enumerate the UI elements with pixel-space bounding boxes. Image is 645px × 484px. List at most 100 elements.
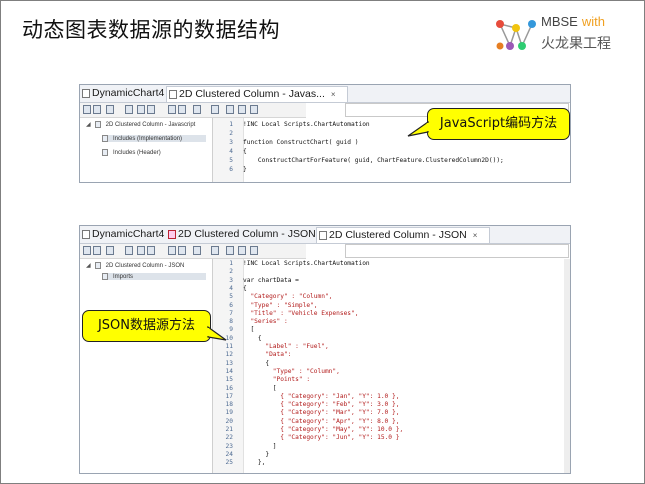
logo-mbse: MBSE: [541, 14, 578, 29]
callout-pointer: [407, 120, 430, 137]
binoculars-icon[interactable]: [178, 105, 186, 114]
tree-label: 2D Clustered Column - JSON: [105, 263, 185, 270]
save-icon[interactable]: [193, 105, 201, 114]
script-icon: [319, 231, 327, 240]
json-callout: JSON数据源方法: [82, 310, 211, 342]
code-text: "Title" : "Vehicle Expenses",: [243, 309, 359, 317]
debug-icon[interactable]: [226, 246, 234, 255]
tab-dynamicchart4[interactable]: DynamicChart4: [80, 86, 176, 101]
line-number: 6: [229, 301, 233, 309]
logo-with: with: [581, 14, 605, 29]
tree-item-script[interactable]: ◢ 2D Clustered Column - JSON: [86, 262, 184, 269]
code-line: 17 { "Category": "Jan", "Y": 1.0 },: [226, 392, 400, 401]
code-line: 6}: [229, 166, 246, 174]
properties-icon[interactable]: [83, 105, 91, 114]
new-icon[interactable]: [106, 105, 114, 114]
line-number: 19: [225, 409, 233, 417]
close-icon[interactable]: ×: [331, 90, 336, 99]
code-line: 10 {: [226, 334, 262, 343]
code-text: { "Category": "Apr", "Y": 8.0 },: [243, 417, 400, 425]
find-icon[interactable]: [168, 246, 176, 255]
copy-icon[interactable]: [137, 105, 145, 114]
tree-item-includes-implementation[interactable]: Includes (Implementation): [102, 135, 206, 143]
code-text: {: [243, 284, 247, 292]
paste-icon[interactable]: [147, 105, 155, 114]
code-text: ]: [243, 442, 277, 450]
code-text: { "Category": "Jan", "Y": 1.0 },: [243, 392, 400, 400]
code-line: 8 "Series" :: [229, 318, 288, 326]
step-icon[interactable]: [238, 105, 246, 114]
code-line: 22 { "Category": "Jun", "Y": 15.0 }: [226, 434, 400, 442]
code-line: 20 { "Category": "Apr", "Y": 8.0 },: [226, 417, 400, 426]
code-line: 1 !INC Local Scripts.ChartAutomation: [229, 121, 369, 129]
code-line: 4{: [229, 148, 246, 156]
tree-item-script[interactable]: ◢ 2D Clustered Column - Javascript: [86, 121, 195, 128]
tab-json-chart[interactable]: 2D Clustered Column - JSON: [166, 227, 326, 242]
line-number: 14: [225, 367, 233, 375]
line-number: 21: [225, 426, 233, 433]
code-line: 16 [: [226, 385, 277, 393]
paste-icon[interactable]: [147, 246, 155, 255]
line-number: 18: [225, 401, 233, 409]
delete-icon[interactable]: [125, 246, 133, 255]
code-text: ConstructChartForFeature( guid, ChartFea…: [243, 157, 504, 164]
code-line: 15 "Points" :: [226, 376, 311, 384]
vertical-scrollbar[interactable]: [564, 259, 570, 473]
run-icon[interactable]: [211, 246, 219, 255]
code-line: 21 { "Category": "May", "Y": 10.0 },: [226, 426, 404, 434]
line-number: 5: [229, 293, 233, 301]
code-line: 24 }: [226, 451, 270, 459]
properties-icon[interactable]: [83, 246, 91, 255]
callout-text: JavaScript编码方法: [439, 116, 558, 131]
code-line: 9 [: [229, 326, 255, 334]
expand-icon[interactable]: ◢: [86, 262, 91, 269]
tree-item-imports[interactable]: Imports: [102, 273, 206, 281]
code-text: { "Category": "May", "Y": 10.0 },: [243, 426, 404, 433]
find-icon[interactable]: [168, 105, 176, 114]
code-text: { "Category": "Jun", "Y": 15.0 }: [243, 434, 400, 442]
code-line: 5 ConstructChartForFeature( guid, ChartF…: [229, 157, 504, 165]
tab-dynamicchart4[interactable]: DynamicChart4: [80, 227, 176, 242]
save-icon[interactable]: [193, 246, 201, 255]
tab-label: 2D Clustered Column - JSON: [329, 229, 467, 241]
code-line: 19 { "Category": "Mar", "Y": 7.0 },: [226, 409, 400, 417]
code-text: {: [243, 359, 270, 367]
callout-text: JSON数据源方法: [97, 318, 196, 333]
code-text: [: [243, 326, 255, 334]
binoculars-icon[interactable]: [178, 246, 186, 255]
code-line: 13 {: [226, 359, 270, 368]
tab-json-script[interactable]: 2D Clustered Column - JSON ×: [316, 227, 490, 243]
code-line: 7 "Title" : "Vehicle Expenses",: [229, 309, 359, 318]
copy-icon[interactable]: [137, 246, 145, 255]
line-number: 7: [229, 309, 233, 317]
new-icon[interactable]: [106, 246, 114, 255]
logo-text: MBSE with: [541, 14, 605, 29]
delete-icon[interactable]: [125, 105, 133, 114]
code-text: "Data":: [243, 351, 292, 359]
mbse-logo-icon: [496, 20, 536, 50]
code-text: "Label" : "Fuel",: [243, 343, 329, 350]
line-number: 6: [229, 166, 233, 173]
line-number: 24: [225, 450, 233, 458]
stop-icon[interactable]: [250, 246, 258, 255]
list-icon[interactable]: [93, 105, 101, 114]
run-icon[interactable]: [211, 105, 219, 114]
search-input[interactable]: [345, 244, 569, 258]
code-editor[interactable]: 1 !INC Local Scripts.ChartAutomation 2 3 var…: [226, 260, 559, 472]
code-line: 3 var chartData =: [229, 277, 299, 285]
line-number: 15: [225, 376, 233, 384]
tab-javascript[interactable]: 2D Clustered Column - Javas... ×: [166, 86, 348, 102]
list-icon[interactable]: [93, 246, 101, 255]
code-line: 1 !INC Local Scripts.ChartAutomation: [229, 260, 369, 268]
close-icon[interactable]: ×: [473, 231, 478, 240]
tree-item-includes-header[interactable]: Includes (Header): [102, 149, 161, 156]
code-text: "Series" :: [243, 318, 288, 326]
code-line: 25 },: [226, 459, 266, 467]
debug-icon[interactable]: [226, 105, 234, 114]
stop-icon[interactable]: [250, 105, 258, 114]
code-text: {: [243, 334, 262, 342]
step-icon[interactable]: [238, 246, 246, 255]
expand-icon[interactable]: ◢: [86, 121, 91, 128]
tab-bar: DynamicChart4 2D Clustered Column - Java…: [80, 85, 570, 103]
toolbar: [80, 244, 306, 259]
